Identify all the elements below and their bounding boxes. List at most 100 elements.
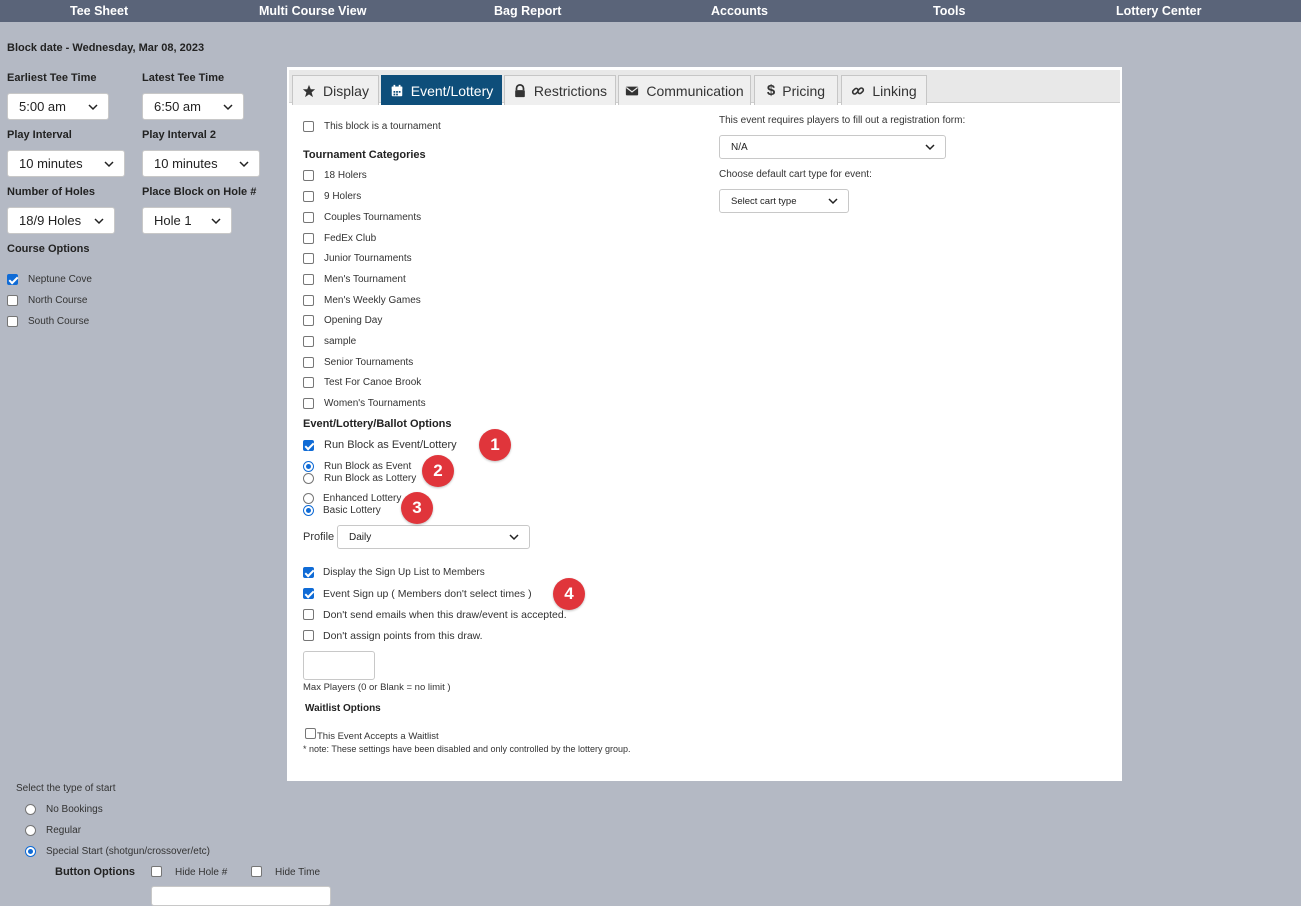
category-checkbox[interactable]: [303, 357, 314, 368]
waitlist-note: * note: These settings have been disable…: [303, 744, 631, 754]
chevron-down-icon: [509, 534, 519, 541]
place-block-label: Place Block on Hole #: [142, 186, 257, 198]
nav-bag-report[interactable]: Bag Report: [494, 4, 561, 18]
start-regular-radio[interactable]: [25, 825, 36, 836]
category-checkbox[interactable]: [303, 274, 314, 285]
tab-restrictions[interactable]: Restrictions: [504, 75, 616, 105]
display-signup-checkbox[interactable]: [303, 567, 314, 578]
tab-display[interactable]: Display: [292, 75, 379, 105]
event-settings-panel: Display Event/Lottery Restrictions Commu…: [287, 67, 1122, 781]
tournament-checkbox[interactable]: [303, 121, 314, 132]
play-interval-2-select[interactable]: 10 minutes: [142, 150, 260, 177]
category-label: Opening Day: [324, 315, 383, 326]
play-interval-value: 10 minutes: [19, 156, 83, 171]
annotation-badge-1: 1: [479, 429, 511, 461]
tournament-label: This block is a tournament: [324, 121, 441, 132]
basic-lottery-radio[interactable]: [303, 505, 314, 516]
category-checkbox[interactable]: [303, 233, 314, 244]
tab-communication[interactable]: Communication: [618, 75, 751, 105]
hide-time-checkbox[interactable]: [251, 866, 262, 877]
category-checkbox[interactable]: [303, 398, 314, 409]
start-no-bookings-radio[interactable]: [25, 804, 36, 815]
run-as-event-label: Run Block as Event: [324, 461, 412, 472]
registration-form-value: N/A: [731, 141, 748, 153]
category-checkbox[interactable]: [303, 253, 314, 264]
earliest-tee-time-label: Earliest Tee Time: [7, 72, 97, 84]
chevron-down-icon: [88, 103, 98, 110]
tab-event-lottery[interactable]: Event/Lottery: [381, 75, 502, 105]
run-as-event-radio[interactable]: [303, 461, 314, 472]
play-interval-2-label: Play Interval 2: [142, 129, 216, 141]
enhanced-lottery-radio[interactable]: [303, 493, 314, 504]
tab-restrictions-label: Restrictions: [533, 82, 608, 99]
hide-hole-checkbox[interactable]: [151, 866, 162, 877]
category-checkbox[interactable]: [303, 315, 314, 326]
dont-assign-points-label: Don't assign points from this draw.: [323, 630, 483, 642]
profile-value: Daily: [349, 531, 372, 543]
play-interval-select[interactable]: 10 minutes: [7, 150, 125, 177]
run-as-lottery-radio[interactable]: [303, 473, 314, 484]
latest-tee-time-select[interactable]: 6:50 am: [142, 93, 244, 120]
display-signup-label: Display the Sign Up List to Members: [323, 567, 485, 578]
course-neptune-cove-checkbox[interactable]: [7, 274, 18, 285]
registration-form-label: This event requires players to fill out …: [719, 115, 966, 126]
run-block-event-lottery-checkbox[interactable]: [303, 440, 314, 451]
tab-pricing[interactable]: $ Pricing: [754, 75, 838, 105]
category-label: Women's Tournaments: [324, 398, 426, 409]
category-checkbox[interactable]: [303, 377, 314, 388]
category-checkbox[interactable]: [303, 170, 314, 181]
play-interval-2-value: 10 minutes: [154, 156, 218, 171]
course-north-course-label: North Course: [28, 295, 88, 306]
enhanced-lottery-label: Enhanced Lottery: [323, 493, 402, 504]
envelope-icon: [626, 86, 639, 95]
start-input-partial[interactable]: [151, 886, 331, 906]
category-checkbox[interactable]: [303, 212, 314, 223]
cart-type-label: Choose default cart type for event:: [719, 169, 872, 180]
nav-multi-course-view[interactable]: Multi Course View: [259, 4, 366, 18]
chevron-down-icon: [828, 198, 838, 205]
tournament-categories-title: Tournament Categories: [303, 149, 426, 161]
course-north-course-checkbox[interactable]: [7, 295, 18, 306]
category-checkbox[interactable]: [303, 295, 314, 306]
cart-type-select[interactable]: Select cart type: [719, 189, 849, 213]
hide-time-label: Hide Time: [275, 867, 321, 878]
max-players-input[interactable]: [303, 651, 375, 680]
category-checkbox[interactable]: [303, 191, 314, 202]
dont-assign-points-checkbox[interactable]: [303, 630, 314, 641]
place-block-select[interactable]: Hole 1: [142, 207, 232, 234]
tab-linking[interactable]: Linking: [841, 75, 927, 105]
course-neptune-cove-label: Neptune Cove: [28, 274, 92, 285]
profile-label: Profile: [303, 531, 335, 543]
chevron-down-icon: [239, 160, 249, 167]
nav-accounts[interactable]: Accounts: [711, 4, 768, 18]
play-interval-label: Play Interval: [7, 129, 72, 141]
event-signup-label: Event Sign up ( Members don't select tim…: [323, 588, 532, 600]
start-special-radio[interactable]: [25, 846, 36, 857]
run-block-event-lottery-label: Run Block as Event/Lottery: [324, 439, 457, 451]
number-of-holes-value: 18/9 Holes: [19, 213, 82, 228]
earliest-tee-time-select[interactable]: 5:00 am: [7, 93, 109, 120]
number-of-holes-label: Number of Holes: [7, 186, 96, 198]
dont-send-emails-checkbox[interactable]: [303, 609, 314, 620]
category-checkbox[interactable]: [303, 336, 314, 347]
profile-select[interactable]: Daily: [337, 525, 530, 549]
number-of-holes-select[interactable]: 18/9 Holes: [7, 207, 115, 234]
waitlist-accepts-checkbox[interactable]: [305, 728, 316, 739]
course-south-course-checkbox[interactable]: [7, 316, 18, 327]
nav-tee-sheet[interactable]: Tee Sheet: [70, 4, 128, 18]
category-label: Men's Weekly Games: [324, 295, 421, 306]
event-signup-checkbox[interactable]: [303, 588, 314, 599]
tab-event-lottery-label: Event/Lottery: [410, 82, 494, 99]
chevron-down-icon: [223, 103, 233, 110]
nav-lottery-center[interactable]: Lottery Center: [1116, 4, 1201, 18]
registration-form-select[interactable]: N/A: [719, 135, 946, 159]
nav-tools[interactable]: Tools: [933, 4, 965, 18]
max-players-label: Max Players (0 or Blank = no limit ): [303, 682, 451, 693]
start-type-label: Select the type of start: [16, 783, 116, 794]
tab-communication-label: Communication: [646, 82, 744, 99]
place-block-value: Hole 1: [154, 213, 192, 228]
annotation-badge-2: 2: [422, 455, 454, 487]
waitlist-accepts-label: This Event Accepts a Waitlist: [317, 731, 439, 742]
dont-send-emails-label: Don't send emails when this draw/event i…: [323, 609, 567, 621]
chevron-down-icon: [925, 144, 935, 151]
